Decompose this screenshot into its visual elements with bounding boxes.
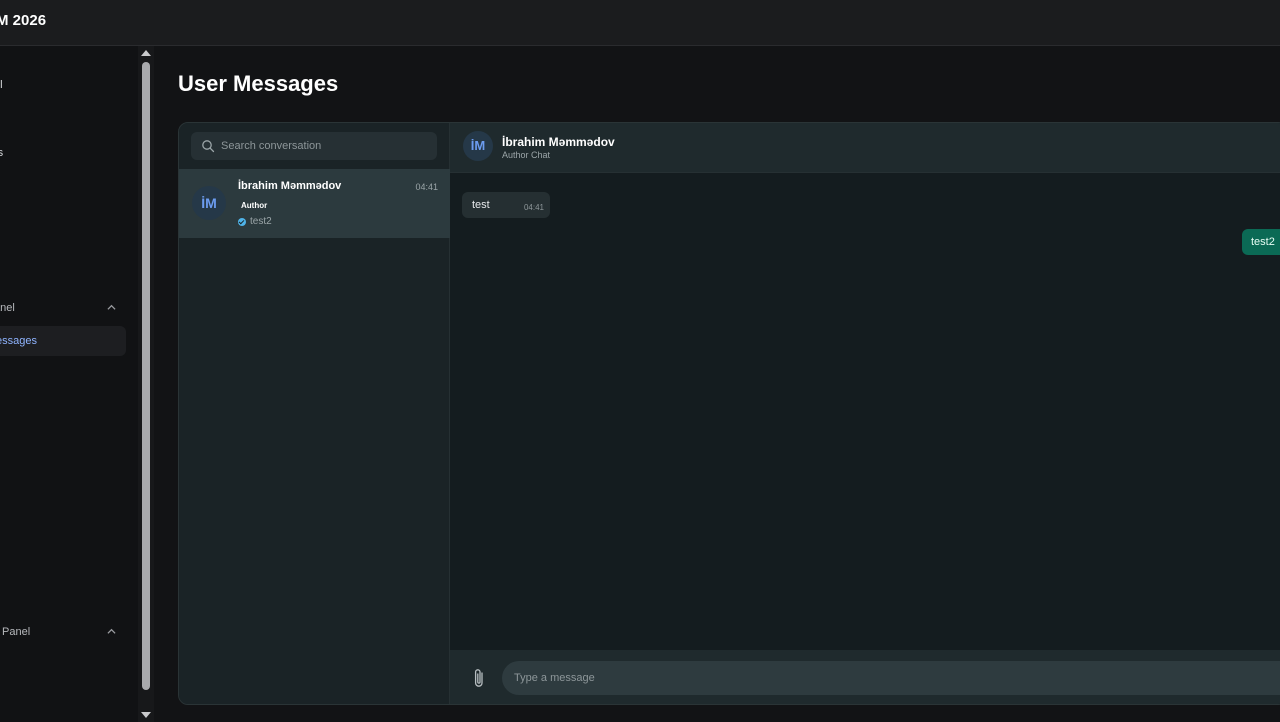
chat-subtitle: Author Chat (502, 150, 551, 160)
read-check-icon (238, 217, 246, 226)
paperclip-icon[interactable] (472, 667, 486, 689)
sidebar: el s rs s anel essages s Panel s (0, 46, 138, 722)
chat-header: İM İbrahim Məmmədov Author Chat (450, 123, 1280, 173)
conversation-time: 04:41 (415, 182, 438, 192)
page-title: User Messages (178, 71, 339, 96)
sidebar-item-1[interactable]: el (0, 79, 3, 91)
last-message: test2 (238, 216, 272, 227)
incoming-message: test 04:41 (462, 192, 550, 218)
app-title: M 2026 (0, 12, 47, 29)
chat-contact-name: İbrahim Məmmədov (502, 135, 615, 149)
last-message-text: test2 (250, 216, 272, 227)
outgoing-message: test2 (1242, 229, 1280, 255)
search-box (191, 132, 437, 160)
sidebar-item-messages[interactable]: essages (0, 326, 126, 356)
search-input[interactable] (221, 132, 431, 160)
message-time: 04:41 (523, 203, 544, 212)
avatar: İM (463, 131, 493, 161)
message-input[interactable] (502, 661, 1280, 695)
chat-panel: İM İbrahim Məmmədov Author Chat test 04:… (450, 123, 1280, 704)
main-content: User Messages İM İbrahim Məmmədov 04:41 … (154, 46, 1280, 722)
message-text: test2 (1251, 236, 1275, 248)
sidebar-item-3[interactable]: rs (0, 147, 3, 159)
top-bar: M 2026 (0, 0, 1280, 46)
scroll-up-arrow-icon[interactable] (141, 50, 151, 56)
scroll-down-arrow-icon[interactable] (141, 712, 151, 718)
messages-container: İM İbrahim Məmmədov 04:41 Author test2 İ… (178, 122, 1280, 705)
role-badge: Author (241, 201, 268, 210)
search-icon (202, 140, 215, 153)
conversation-name: İbrahim Məmmədov (238, 180, 342, 192)
scroll-thumb[interactable] (142, 62, 150, 690)
sidebar-section-label: anel (0, 302, 15, 314)
message-composer (450, 650, 1280, 704)
sidebar-item-label: essages (0, 335, 37, 347)
message-text: test (472, 199, 490, 211)
chevron-up-icon[interactable] (107, 627, 116, 636)
chevron-up-icon[interactable] (107, 303, 116, 312)
sidebar-section-panel[interactable]: anel (0, 302, 120, 314)
avatar: İM (192, 186, 226, 220)
sidebar-section-label: Panel (2, 626, 31, 638)
sidebar-section-panel-2[interactable]: Panel (2, 626, 30, 638)
conversation-item[interactable]: İM İbrahim Məmmədov 04:41 Author test2 (179, 169, 450, 238)
sidebar-scrollbar[interactable] (138, 46, 154, 722)
conversation-list: İM İbrahim Məmmədov 04:41 Author test2 (179, 123, 450, 704)
